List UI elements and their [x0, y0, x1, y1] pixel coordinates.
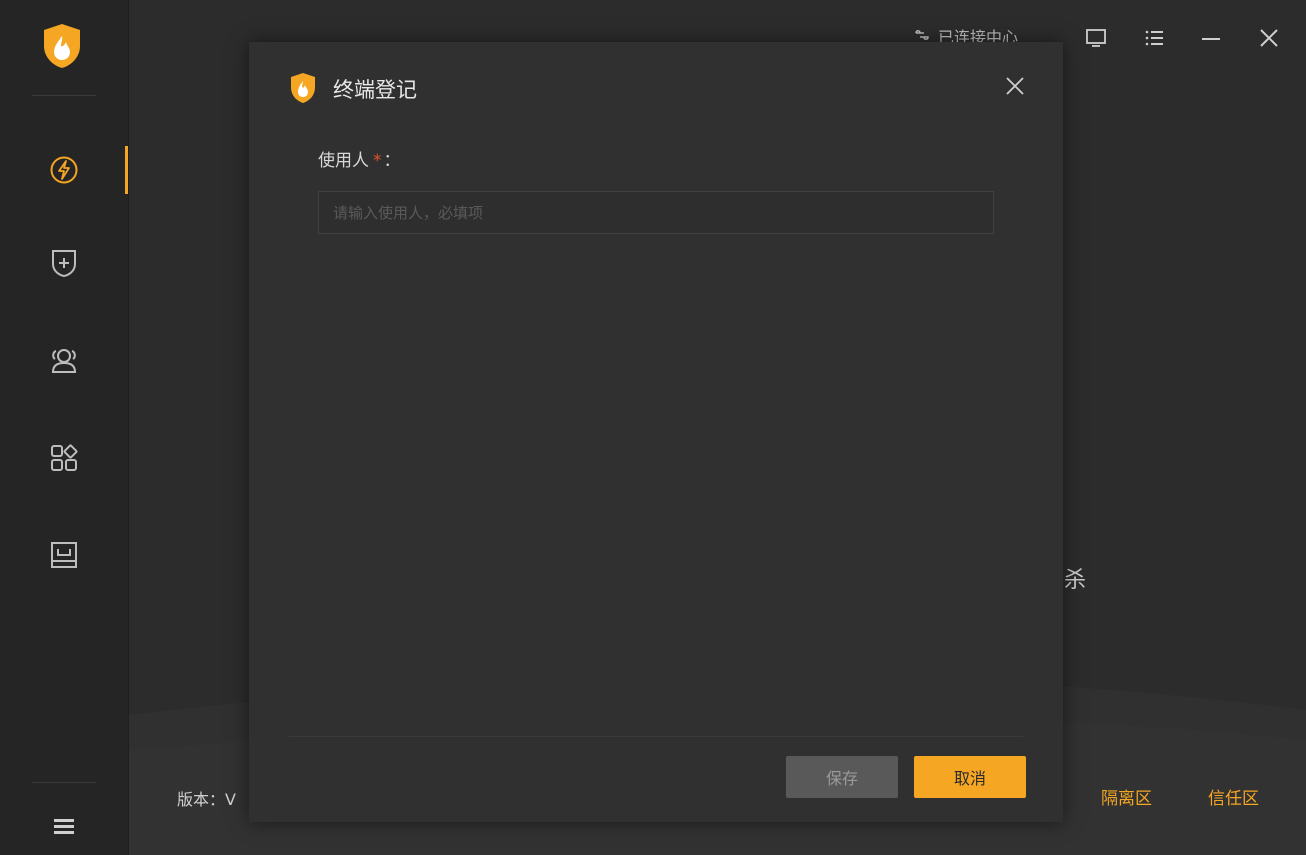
sidebar-item-security[interactable] [0, 233, 128, 293]
quarantine-link[interactable]: 隔离区 [1101, 784, 1152, 809]
shield-plus-icon [52, 250, 76, 278]
sidebar-divider-bottom [32, 782, 96, 783]
minimize-button[interactable] [1197, 24, 1225, 52]
sidebar [0, 0, 129, 855]
user-field-label-text: 使用人 [318, 151, 369, 171]
user-field-label: 使用人 *： [318, 146, 401, 171]
screen-icon [1086, 29, 1106, 47]
close-window-button[interactable] [1255, 24, 1283, 52]
terminal-registration-dialog: 终端登记 使用人*： 保存 取消 [249, 42, 1063, 822]
version-label: 版本：V [177, 790, 236, 809]
users-icon [51, 349, 77, 373]
save-button[interactable]: 保存 [786, 756, 898, 798]
main-menu-button[interactable] [44, 808, 84, 844]
dialog-close-button[interactable] [1001, 72, 1029, 100]
screen-button[interactable] [1082, 24, 1110, 52]
sidebar-item-toolbox[interactable] [0, 525, 128, 585]
cancel-button[interactable]: 取消 [914, 756, 1026, 798]
app-logo-icon [44, 24, 80, 68]
dialog-logo-icon [291, 73, 315, 103]
sidebar-divider [32, 95, 96, 96]
close-icon [1260, 29, 1278, 47]
app-window: 已连接中心 杀 版本：V 隔离区 信任区 终端登记 使用人 * ： 请输入使用人… [0, 0, 1306, 855]
trust-zone-link[interactable]: 信任区 [1208, 784, 1259, 809]
list-button[interactable] [1140, 24, 1168, 52]
sidebar-item-apps[interactable] [0, 428, 128, 488]
label-colon: ： [383, 151, 401, 171]
sidebar-item-users[interactable] [0, 330, 128, 390]
sidebar-item-protection[interactable] [0, 140, 128, 200]
active-indicator [125, 146, 128, 194]
apps-grid-icon [51, 444, 78, 471]
required-mark: * [373, 151, 382, 171]
hamburger-menu-icon [54, 819, 74, 834]
background-partial-text: 杀 [1064, 568, 1087, 593]
dialog-footer-divider [289, 736, 1023, 737]
close-icon [1006, 77, 1024, 95]
minimize-icon [1202, 38, 1220, 40]
dialog-title: 终端登记 [333, 78, 417, 102]
list-icon [1145, 30, 1163, 46]
lightning-circle-icon [50, 156, 78, 184]
monitor-box-icon [51, 542, 77, 568]
user-input[interactable] [318, 191, 994, 234]
